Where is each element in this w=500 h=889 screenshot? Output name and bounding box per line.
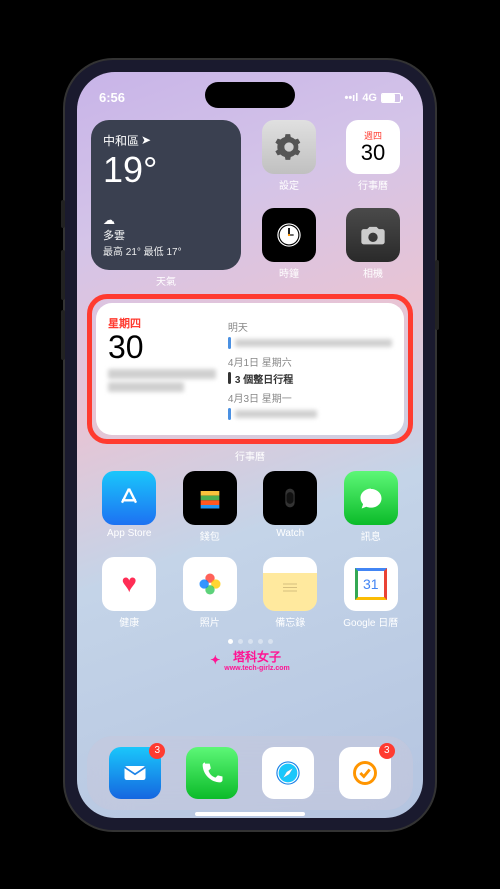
wallet-icon: [183, 471, 237, 525]
cloud-icon: ☁: [103, 213, 229, 227]
status-time: 6:56: [99, 90, 125, 105]
photos-app[interactable]: 照片: [176, 557, 245, 629]
highlight-annotation: 星期四 30 明天 4月1日 星期六 3 個整日行程 4月3日 星期一: [87, 294, 413, 444]
dynamic-island: [205, 82, 295, 108]
event-text: 3 個整日行程: [235, 371, 293, 386]
weather-location: 中和區: [103, 132, 139, 149]
gear-icon: [262, 120, 316, 174]
mail-app[interactable]: 3: [109, 747, 161, 799]
weather-widget[interactable]: 中和區➤ 19° ☁ 多雲 最高 21° 最低 17°: [91, 120, 241, 270]
home-screen[interactable]: 6:56 ••ıl 4G 中和區➤ 19° ☁ 多雲: [77, 72, 423, 818]
calendar-widget-label: 行事曆: [91, 448, 409, 463]
phone-frame: 6:56 ••ıl 4G 中和區➤ 19° ☁ 多雲: [65, 60, 435, 830]
calendar-app[interactable]: 週四 30 行事曆: [337, 120, 409, 200]
messages-app[interactable]: 訊息: [337, 471, 406, 543]
calendar-icon: 週四 30: [346, 120, 400, 174]
settings-app[interactable]: 設定: [253, 120, 325, 200]
safari-app[interactable]: [262, 747, 314, 799]
phone-app[interactable]: [186, 747, 238, 799]
network-label: 4G: [362, 92, 377, 104]
weather-condition: 多雲: [103, 227, 229, 243]
watch-icon: [263, 471, 317, 525]
redacted-event: [235, 339, 392, 347]
logo-icon: ✦: [210, 653, 220, 667]
messages-icon: [344, 471, 398, 525]
health-app[interactable]: ♥ 健康: [95, 557, 164, 629]
health-icon: ♥: [102, 557, 156, 611]
signal-icon: ••ıl: [344, 92, 358, 104]
todo-app[interactable]: 3: [339, 747, 391, 799]
battery-icon: [381, 93, 401, 103]
weather-label: 天氣: [91, 273, 241, 288]
redacted-event: [235, 410, 317, 418]
home-indicator[interactable]: [195, 812, 305, 816]
camera-app[interactable]: 相機: [337, 208, 409, 288]
redacted-event: [108, 369, 216, 379]
google-calendar-app[interactable]: 31 Google 日曆: [337, 557, 406, 629]
redacted-event: [108, 382, 184, 392]
todo-badge: 3: [379, 743, 395, 759]
camera-icon: [346, 208, 400, 262]
photos-icon: [183, 557, 237, 611]
dock: 3 3: [87, 736, 413, 810]
mail-badge: 3: [149, 743, 165, 759]
location-icon: ➤: [141, 133, 151, 147]
watch-app[interactable]: Watch: [256, 471, 325, 543]
clock-icon: [262, 208, 316, 262]
watermark: ✦ 塔科女子 www.tech-girlz.com: [91, 648, 409, 672]
google-calendar-icon: 31: [344, 557, 398, 611]
calendar-widget[interactable]: 星期四 30 明天 4月1日 星期六 3 個整日行程 4月3日 星期一: [96, 303, 404, 435]
notes-app[interactable]: 備忘錄: [256, 557, 325, 629]
weather-temp: 19°: [103, 149, 229, 191]
appstore-app[interactable]: App Store: [95, 471, 164, 543]
appstore-icon: [102, 471, 156, 525]
notes-icon: [263, 557, 317, 611]
cal-date: 30: [108, 331, 216, 363]
page-indicator[interactable]: [91, 639, 409, 644]
wallet-app[interactable]: 錢包: [176, 471, 245, 543]
clock-app[interactable]: 時鐘: [253, 208, 325, 288]
weather-range: 最高 21° 最低 17°: [103, 243, 229, 258]
